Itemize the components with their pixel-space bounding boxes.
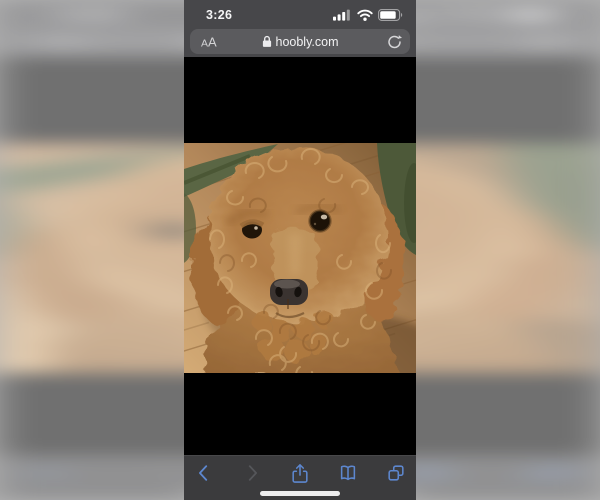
reload-icon: [388, 34, 402, 48]
battery-icon: [378, 9, 403, 21]
status-time: 3:26: [206, 8, 233, 22]
browser-chrome: 3:26 AA hoobly.com: [184, 0, 416, 57]
forward-button[interactable]: [240, 461, 264, 485]
wifi-icon: [357, 9, 373, 21]
bottom-toolbar: [184, 455, 416, 500]
bookmarks-button[interactable]: [336, 461, 360, 485]
chevron-left-icon: [199, 465, 208, 481]
reload-button[interactable]: [387, 34, 402, 49]
address-bar[interactable]: AA hoobly.com: [190, 29, 410, 54]
share-button[interactable]: [288, 461, 312, 485]
reader-text-size-button[interactable]: AA: [201, 35, 217, 49]
safari-window: 3:26 AA hoobly.com: [184, 0, 416, 500]
address-bar-row: AA hoobly.com: [184, 29, 416, 54]
cellular-signal-icon: [333, 9, 350, 21]
share-icon: [292, 463, 308, 483]
padlock-icon: [262, 35, 271, 47]
back-button[interactable]: [192, 461, 216, 485]
page-content: [184, 57, 416, 455]
url-text: hoobly.com: [275, 34, 339, 49]
puppy-photo: [184, 143, 416, 373]
tabs-button[interactable]: [384, 461, 408, 485]
iphone-screenshot: 3:26 AA hoobly.com: [184, 0, 416, 500]
open-book-icon: [340, 465, 356, 481]
home-indicator[interactable]: [260, 491, 340, 496]
stacked-squares-icon: [388, 465, 404, 481]
url-display[interactable]: hoobly.com: [262, 35, 339, 49]
screenshot-stage: 3:26 AA 3:26 AA hoobly.com: [0, 0, 600, 500]
status-icons: [333, 9, 403, 21]
status-bar: 3:26: [184, 3, 416, 27]
chevron-right-icon: [248, 465, 257, 481]
